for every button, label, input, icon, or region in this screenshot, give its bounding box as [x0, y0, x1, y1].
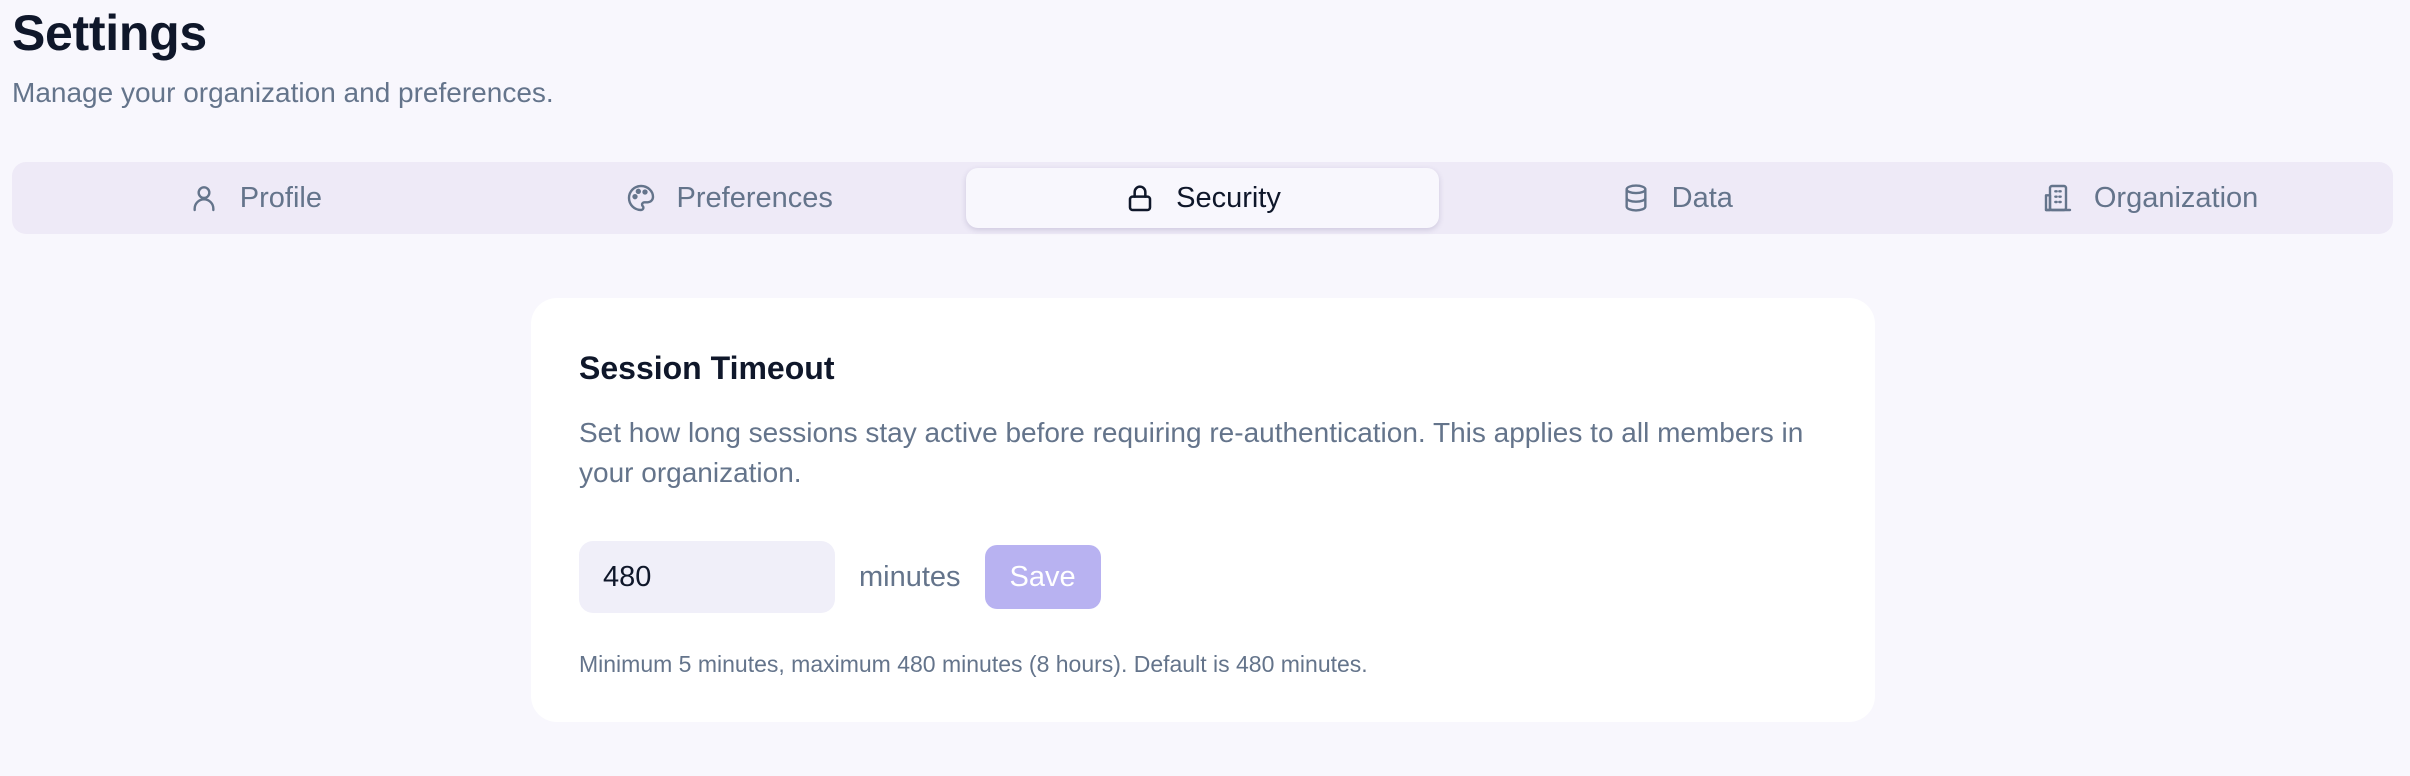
unit-label: minutes — [859, 560, 961, 593]
page-title: Settings — [12, 5, 207, 61]
timeout-controls: minutes Save — [579, 541, 1827, 613]
settings-tabs: Profile Preferences Security Data Organi… — [12, 162, 2393, 234]
tab-label: Data — [1671, 181, 1733, 214]
tab-label: Security — [1176, 181, 1281, 214]
timeout-input[interactable] — [579, 541, 835, 613]
user-icon — [188, 182, 220, 214]
tab-label: Preferences — [676, 181, 833, 214]
palette-icon — [625, 182, 657, 214]
lock-icon — [1124, 182, 1156, 214]
timeout-hint: Minimum 5 minutes, maximum 480 minutes (… — [579, 651, 1368, 677]
tab-label: Organization — [2093, 181, 2259, 214]
tab-preferences[interactable]: Preferences — [492, 168, 966, 228]
tab-data[interactable]: Data — [1439, 168, 1913, 228]
tab-security[interactable]: Security — [965, 168, 1440, 228]
building-icon — [2042, 182, 2074, 214]
tab-label: Profile — [239, 181, 322, 214]
tab-profile[interactable]: Profile — [18, 168, 492, 228]
session-timeout-card: Session Timeout Set how long sessions st… — [531, 298, 1875, 722]
page-subtitle: Manage your organization and preferences… — [12, 77, 554, 108]
settings-page: Settings Manage your organization and pr… — [0, 0, 2410, 776]
tab-organization[interactable]: Organization — [1913, 168, 2387, 228]
card-description: Set how long sessions stay active before… — [579, 417, 1804, 488]
database-icon — [1620, 182, 1652, 214]
save-button[interactable]: Save — [984, 545, 1101, 609]
card-title: Session Timeout — [579, 350, 835, 386]
